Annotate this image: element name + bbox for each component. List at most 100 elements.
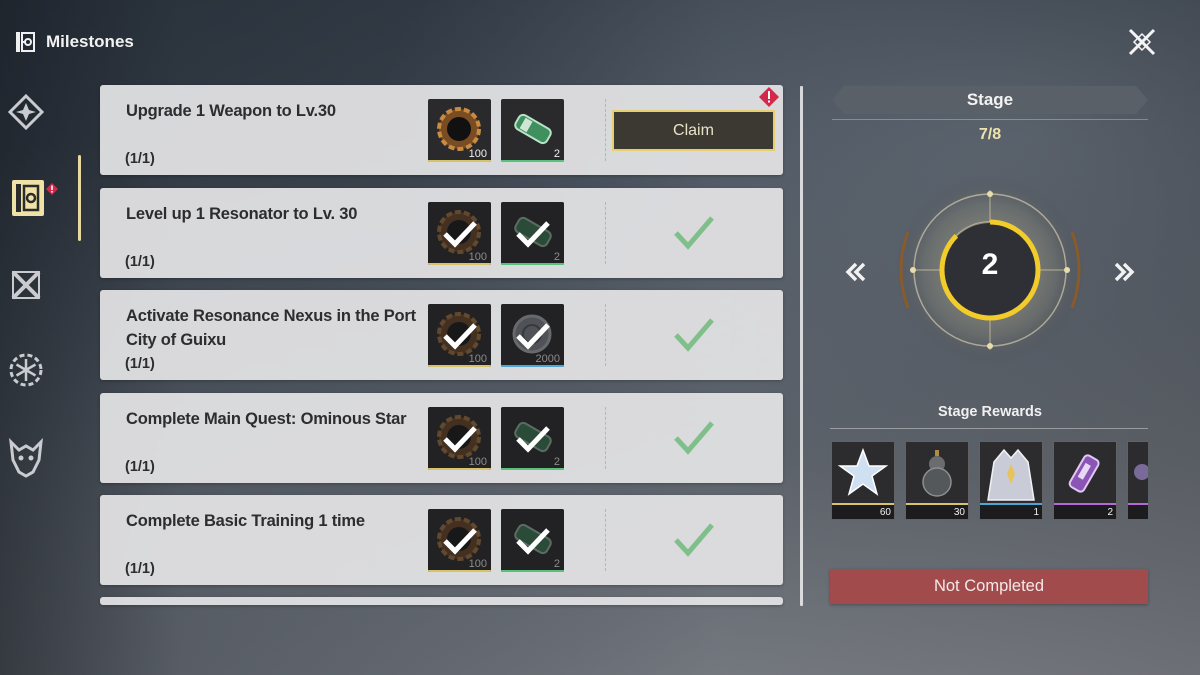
reward-qty: 100 <box>468 456 487 468</box>
milestones-icon <box>16 32 35 52</box>
completed-check-icon <box>674 318 714 352</box>
task-title: Complete Basic Training 1 time <box>126 512 365 530</box>
reward-item[interactable]: 2 <box>501 202 564 265</box>
page-title: Milestones <box>46 32 134 51</box>
notification-badge-icon <box>46 183 58 195</box>
reward-qty: 100 <box>468 353 487 365</box>
nav-snowflake[interactable] <box>6 350 46 390</box>
task-progress: (1/1) <box>125 459 155 475</box>
double-chevron-left-icon[interactable] <box>842 258 870 286</box>
astrite-crystal-icon <box>837 447 889 496</box>
checkmark-icon <box>515 425 550 453</box>
reward-qty: 100 <box>468 251 487 263</box>
completed-check-icon <box>674 523 714 557</box>
reward-qty: 30 <box>953 507 965 518</box>
list-scrollbar[interactable] <box>800 86 803 606</box>
milestone-card-partial <box>100 597 783 605</box>
stage-rewards-title: Stage Rewards <box>938 404 1042 420</box>
reward-qty: 2 <box>553 148 560 160</box>
stage-reward-item[interactable]: 30 <box>905 441 969 520</box>
reward-qty: 2000 <box>535 353 560 365</box>
quality-bar <box>428 263 491 265</box>
divider <box>605 407 606 469</box>
reward-qty: 2 <box>553 558 560 570</box>
stage-reward-item[interactable]: 1 <box>979 441 1043 520</box>
page-header: Milestones <box>14 30 134 54</box>
task-title: Level up 1 Resonator to Lv. 30 <box>126 205 358 223</box>
milestones-icon <box>12 180 44 216</box>
milestone-card: Level up 1 Resonator to Lv. 30 (1/1) 100… <box>100 188 783 278</box>
notification-badge-icon <box>759 87 779 107</box>
stage-reward-item[interactable]: 60 <box>831 441 895 520</box>
stage-reward-item[interactable]: 2 <box>1053 441 1117 520</box>
quality-bar <box>428 468 491 470</box>
quality-bar <box>428 160 491 162</box>
completed-check-icon <box>674 216 714 250</box>
quality-bar <box>501 468 564 470</box>
checkmark-icon <box>442 322 477 350</box>
divider <box>830 428 1148 429</box>
task-title: Complete Main Quest: Ominous Star <box>126 410 407 428</box>
reward-qty: 100 <box>468 558 487 570</box>
status-button[interactable]: Not Completed <box>830 569 1148 604</box>
checkmark-icon <box>515 527 550 555</box>
dragon-mask-icon <box>9 438 43 478</box>
divider <box>832 119 1148 120</box>
reward-qty: 2 <box>553 456 560 468</box>
vial-icon <box>1068 454 1100 493</box>
close-button[interactable] <box>1124 24 1160 60</box>
crossed-swords-icon <box>11 270 41 300</box>
reward-item[interactable]: 2 <box>501 407 564 470</box>
close-x-icon <box>1128 28 1156 56</box>
current-stage-number: 2 <box>981 248 999 281</box>
checkmark-icon <box>442 220 477 248</box>
quality-bar <box>428 365 491 367</box>
quality-bar <box>501 365 564 367</box>
task-progress: (1/1) <box>125 356 155 372</box>
task-title: Upgrade 1 Weapon to Lv.30 <box>126 102 336 120</box>
milestone-card: Activate Resonance Nexus in the Port Cit… <box>100 290 783 380</box>
quality-bar <box>501 263 564 265</box>
checkmark-icon <box>442 425 477 453</box>
task-title: Activate Resonance Nexus in the Port Cit… <box>126 307 416 349</box>
claim-button[interactable]: Claim <box>612 110 775 151</box>
snowflake-gear-icon <box>9 353 43 387</box>
nav-milestones[interactable] <box>8 178 48 218</box>
divider <box>605 99 606 161</box>
reward-item[interactable]: 2000 <box>501 304 564 367</box>
quality-bar <box>428 570 491 572</box>
quality-bar <box>501 570 564 572</box>
stage-count: 7/8 <box>978 126 1002 143</box>
stage-rewards-list: 60 30 1 2 <box>831 441 1148 521</box>
nav-mask[interactable] <box>6 438 46 478</box>
double-chevron-right-icon[interactable] <box>1110 258 1138 286</box>
stage-title: Stage <box>966 90 1014 109</box>
divider <box>605 509 606 571</box>
quality-bar <box>501 160 564 162</box>
reward-item[interactable]: 100 <box>428 407 491 470</box>
task-progress: (1/1) <box>125 561 155 577</box>
reward-item[interactable]: 100 <box>428 99 491 162</box>
milestone-card: Complete Main Quest: Ominous Star (1/1) … <box>100 393 783 483</box>
reward-item[interactable]: 100 <box>428 202 491 265</box>
task-progress: (1/1) <box>125 151 155 167</box>
reward-qty: 100 <box>468 148 487 160</box>
checkmark-icon <box>442 527 477 555</box>
stage-reward-item[interactable] <box>1127 441 1148 520</box>
checkmark-icon <box>515 220 550 248</box>
divider <box>605 304 606 366</box>
nav-crossed[interactable] <box>6 265 46 305</box>
reward-item[interactable]: 100 <box>428 509 491 572</box>
completed-check-icon <box>674 421 714 455</box>
echo-figure-icon <box>987 448 1035 501</box>
reward-item[interactable]: 2 <box>501 99 564 162</box>
task-progress: (1/1) <box>125 254 155 270</box>
checkmark-icon <box>515 322 550 350</box>
diamond-star-icon <box>8 94 44 130</box>
nav-diamond[interactable] <box>6 92 46 132</box>
reward-item[interactable]: 2 <box>501 509 564 572</box>
nav-active-indicator <box>78 155 81 241</box>
milestone-card: Complete Basic Training 1 time (1/1) 100… <box>100 495 783 585</box>
stage-header: Stage <box>832 86 1148 114</box>
reward-item[interactable]: 100 <box>428 304 491 367</box>
